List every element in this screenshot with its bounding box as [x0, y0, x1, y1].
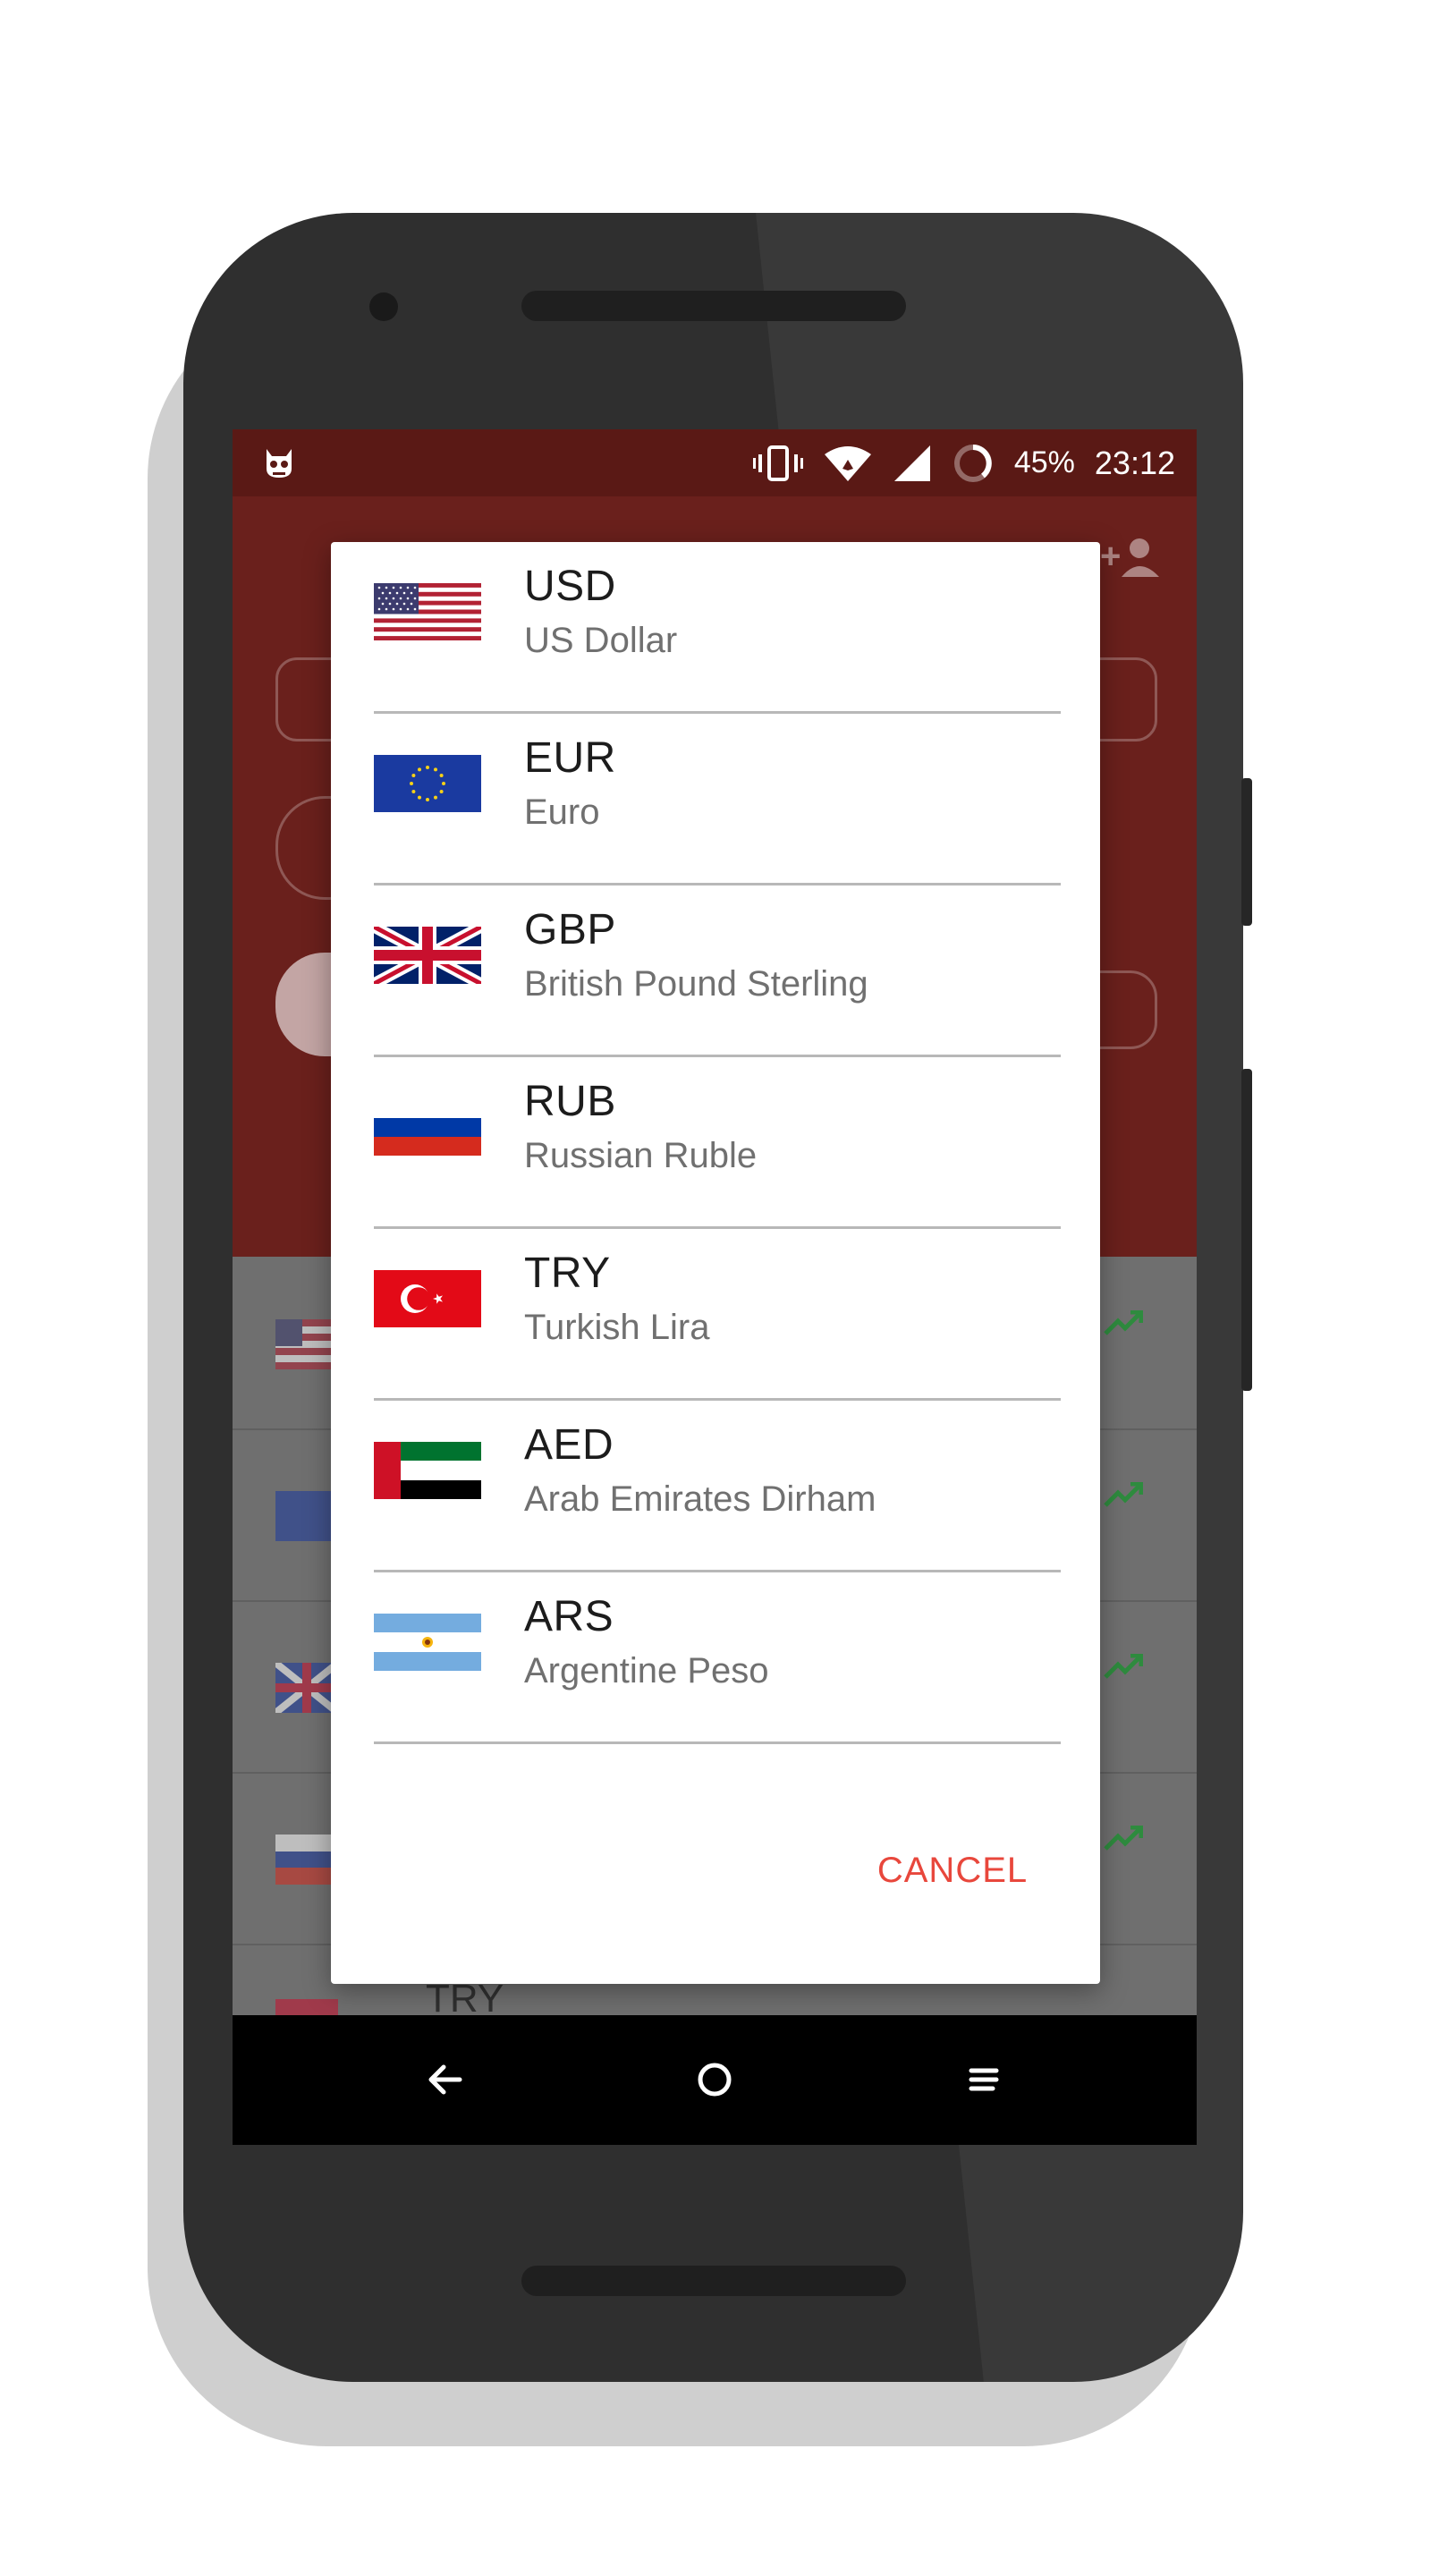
- uk-flag-icon: [275, 1663, 338, 1713]
- home-circle-icon: [698, 2063, 732, 2097]
- turkey-flag-icon: [374, 1270, 481, 1327]
- trend-up-icon: [1104, 1310, 1143, 1335]
- currency-item-gbp[interactable]: GBP British Pound Sterling: [331, 886, 1100, 1057]
- navigation-bar: [233, 2015, 1197, 2145]
- battery-ring-icon: [953, 444, 992, 482]
- status-time: 23:12: [1094, 444, 1175, 481]
- us-flag-icon: [275, 1319, 338, 1369]
- currency-code: RUB: [524, 1078, 616, 1125]
- currency-name: Argentine Peso: [524, 1651, 769, 1690]
- currency-code: EUR: [524, 734, 616, 782]
- bottom-speaker: [521, 2266, 906, 2296]
- currency-name: British Pound Sterling: [524, 964, 868, 1004]
- us-flag-icon: [374, 583, 481, 640]
- russia-flag-icon: [275, 1835, 338, 1885]
- currency-code: ARS: [524, 1593, 614, 1640]
- battery-percent: 45%: [1013, 445, 1075, 479]
- status-bar: 45% 23:12: [233, 429, 1197, 496]
- phone-volume-button: [1241, 1069, 1252, 1391]
- trend-up-icon: [1104, 1482, 1143, 1507]
- divider: [374, 1741, 1061, 1744]
- currency-item-ars[interactable]: ARS Argentine Peso: [331, 1572, 1100, 1744]
- currency-name: Turkish Lira: [524, 1308, 710, 1347]
- back-arrow-icon: [428, 2064, 462, 2095]
- cyanogen-icon: [267, 449, 292, 478]
- menu-lines-icon: [969, 2068, 999, 2091]
- uae-flag-icon: [374, 1442, 481, 1499]
- currency-item-rub[interactable]: RUB Russian Ruble: [331, 1057, 1100, 1229]
- add-person-icon[interactable]: +: [1100, 532, 1163, 582]
- currency-code: USD: [524, 563, 616, 610]
- russia-flag-icon: [374, 1098, 481, 1156]
- wifi-icon: [824, 445, 871, 481]
- currency-name: Arab Emirates Dirham: [524, 1479, 876, 1519]
- home-button[interactable]: [679, 2044, 750, 2115]
- back-button[interactable]: [410, 2044, 481, 2115]
- trend-up-icon: [1104, 1826, 1143, 1851]
- currency-picker-dialog: USD US Dollar EUR Euro GBP British Pound…: [331, 542, 1100, 1984]
- trend-up-icon: [1104, 1654, 1143, 1679]
- uk-flag-icon: [374, 927, 481, 984]
- front-camera: [369, 292, 398, 321]
- currency-code: GBP: [524, 906, 616, 953]
- phone-screen: + 45% 23:12 TRY USD US Dollar EUR Euro G…: [233, 429, 1197, 2145]
- currency-item-eur[interactable]: EUR Euro: [331, 714, 1100, 886]
- currency-code: AED: [524, 1421, 614, 1469]
- cell-signal-icon: [893, 445, 930, 481]
- top-speaker: [521, 291, 906, 321]
- currency-code: TRY: [524, 1250, 611, 1297]
- argentina-flag-icon: [374, 1614, 481, 1671]
- recents-button[interactable]: [948, 2044, 1020, 2115]
- currency-item-usd[interactable]: USD US Dollar: [331, 542, 1100, 714]
- currency-name: US Dollar: [524, 621, 678, 660]
- phone-side-button: [1241, 778, 1252, 926]
- svg-text:+: +: [1100, 537, 1121, 576]
- vibrate-icon: [752, 445, 803, 481]
- currency-name: Euro: [524, 792, 600, 832]
- currency-item-try[interactable]: TRY Turkish Lira: [331, 1229, 1100, 1401]
- eu-flag-icon: [374, 755, 481, 812]
- currency-name: Russian Ruble: [524, 1136, 758, 1175]
- currency-item-aed[interactable]: AED Arab Emirates Dirham: [331, 1401, 1100, 1572]
- cancel-button[interactable]: CANCEL: [850, 1830, 1055, 1911]
- eu-flag-icon: [275, 1491, 338, 1541]
